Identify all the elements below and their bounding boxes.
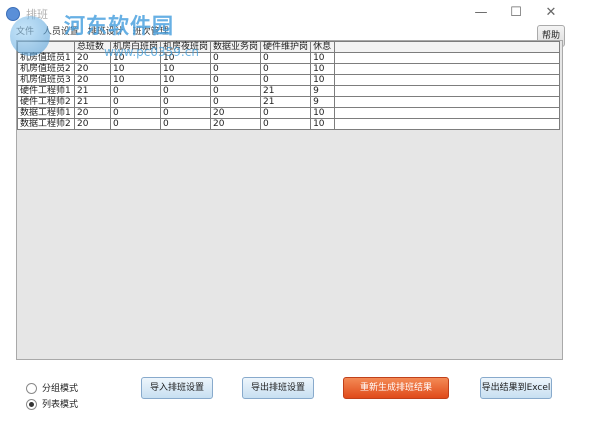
column-header-room-day[interactable]: 机房白班岗 [109, 41, 162, 53]
column-header-room-night[interactable]: 机房夜班岗 [160, 41, 212, 53]
cell[interactable]: 0 [109, 96, 162, 108]
table-row[interactable]: 硬件工程师1 21 0 0 0 21 9 [17, 85, 561, 97]
row-name: 硬件工程师2 [17, 96, 75, 108]
watermark-logo-icon [10, 16, 50, 56]
cell[interactable]: 10 [310, 74, 336, 86]
table-row[interactable]: 机房值班员3 20 10 10 0 0 10 [17, 74, 561, 86]
cell[interactable]: 20 [74, 52, 111, 64]
cell[interactable]: 0 [160, 118, 212, 130]
cell[interactable]: 21 [260, 85, 312, 97]
table-row[interactable]: 数据工程师1 20 0 0 20 0 10 [17, 107, 561, 119]
cell-filler [334, 85, 561, 97]
schedule-table: 总班数 机房白班岗 机房夜班岗 数据业务岗 硬件维护岗 休息 机房值班员1 20… [17, 41, 561, 130]
table-row[interactable]: 机房值班员1 20 10 10 0 0 10 [17, 52, 561, 64]
close-button[interactable]: ✕ [540, 4, 562, 22]
cell[interactable]: 10 [160, 52, 212, 64]
cell[interactable]: 21 [260, 96, 312, 108]
cell-filler [334, 96, 561, 108]
row-name: 机房值班员2 [17, 63, 75, 75]
cell[interactable]: 20 [210, 118, 262, 130]
column-header-rest[interactable]: 休息 [310, 41, 336, 53]
schedule-grid-panel: 总班数 机房白班岗 机房夜班岗 数据业务岗 硬件维护岗 休息 机房值班员1 20… [16, 40, 563, 360]
row-name: 机房值班员3 [17, 74, 75, 86]
cell[interactable]: 0 [210, 52, 262, 64]
cell[interactable]: 21 [74, 85, 111, 97]
cell[interactable]: 0 [260, 107, 312, 119]
cell[interactable]: 0 [210, 63, 262, 75]
cell[interactable]: 10 [310, 118, 336, 130]
cell[interactable]: 0 [210, 74, 262, 86]
table-header-row: 总班数 机房白班岗 机房夜班岗 数据业务岗 硬件维护岗 休息 [17, 41, 561, 53]
cell[interactable]: 10 [160, 74, 212, 86]
export-settings-button[interactable]: 导出排班设置 [242, 377, 314, 399]
group-mode-label: 分组模式 [42, 384, 79, 394]
group-mode-radio[interactable] [26, 383, 37, 394]
list-mode-radio[interactable] [26, 399, 37, 410]
cell[interactable]: 9 [310, 96, 336, 108]
list-mode-option[interactable]: 列表模式 [26, 397, 78, 410]
menu-item-schedule-design[interactable]: 排班设计 [88, 27, 124, 37]
column-filler [334, 41, 561, 53]
regenerate-schedule-button[interactable]: 重新生成排班结果 [343, 377, 449, 399]
cell-filler [334, 52, 561, 64]
cell[interactable]: 0 [109, 107, 162, 119]
cell[interactable]: 0 [210, 96, 262, 108]
maximize-button[interactable]: ☐ [505, 4, 527, 22]
table-row[interactable]: 机房值班员2 20 10 10 0 0 10 [17, 63, 561, 75]
menu-item-shift-management[interactable]: 班次管理 [133, 27, 169, 37]
cell-filler [334, 107, 561, 119]
table-row[interactable]: 硬件工程师2 21 0 0 0 21 9 [17, 96, 561, 108]
cell[interactable]: 10 [310, 52, 336, 64]
group-mode-option[interactable]: 分组模式 [26, 381, 78, 394]
cell-filler [334, 74, 561, 86]
cell[interactable]: 10 [109, 52, 162, 64]
cell[interactable]: 0 [109, 118, 162, 130]
cell[interactable]: 20 [74, 118, 111, 130]
cell[interactable]: 0 [260, 63, 312, 75]
column-header-total[interactable]: 总班数 [74, 41, 111, 53]
export-excel-button[interactable]: 导出结果到Excel [480, 377, 552, 399]
cell[interactable]: 20 [210, 107, 262, 119]
cell[interactable]: 21 [74, 96, 111, 108]
cell[interactable]: 0 [260, 118, 312, 130]
cell[interactable]: 9 [310, 85, 336, 97]
column-header-data-business[interactable]: 数据业务岗 [210, 41, 262, 53]
cell[interactable]: 10 [160, 63, 212, 75]
cell[interactable]: 0 [210, 85, 262, 97]
cell[interactable]: 10 [109, 63, 162, 75]
cell-filler [334, 63, 561, 75]
table-row[interactable]: 数据工程师2 20 0 0 20 0 10 [17, 118, 561, 130]
row-name: 数据工程师1 [17, 107, 75, 119]
row-name: 硬件工程师1 [17, 85, 75, 97]
cell[interactable]: 0 [260, 52, 312, 64]
list-mode-label: 列表模式 [42, 400, 79, 410]
minimize-button[interactable]: — [470, 4, 492, 22]
cell[interactable]: 20 [74, 63, 111, 75]
cell[interactable]: 20 [74, 74, 111, 86]
column-header-hardware[interactable]: 硬件维护岗 [260, 41, 312, 53]
cell[interactable]: 10 [310, 107, 336, 119]
import-settings-button[interactable]: 导入排班设置 [141, 377, 213, 399]
cell[interactable]: 0 [160, 96, 212, 108]
cell[interactable]: 0 [260, 74, 312, 86]
cell[interactable]: 0 [109, 85, 162, 97]
cell[interactable]: 10 [109, 74, 162, 86]
cell[interactable]: 20 [74, 107, 111, 119]
row-name: 数据工程师2 [17, 118, 75, 130]
cell[interactable]: 0 [160, 107, 212, 119]
cell-filler [334, 118, 561, 130]
cell[interactable]: 0 [160, 85, 212, 97]
cell[interactable]: 10 [310, 63, 336, 75]
